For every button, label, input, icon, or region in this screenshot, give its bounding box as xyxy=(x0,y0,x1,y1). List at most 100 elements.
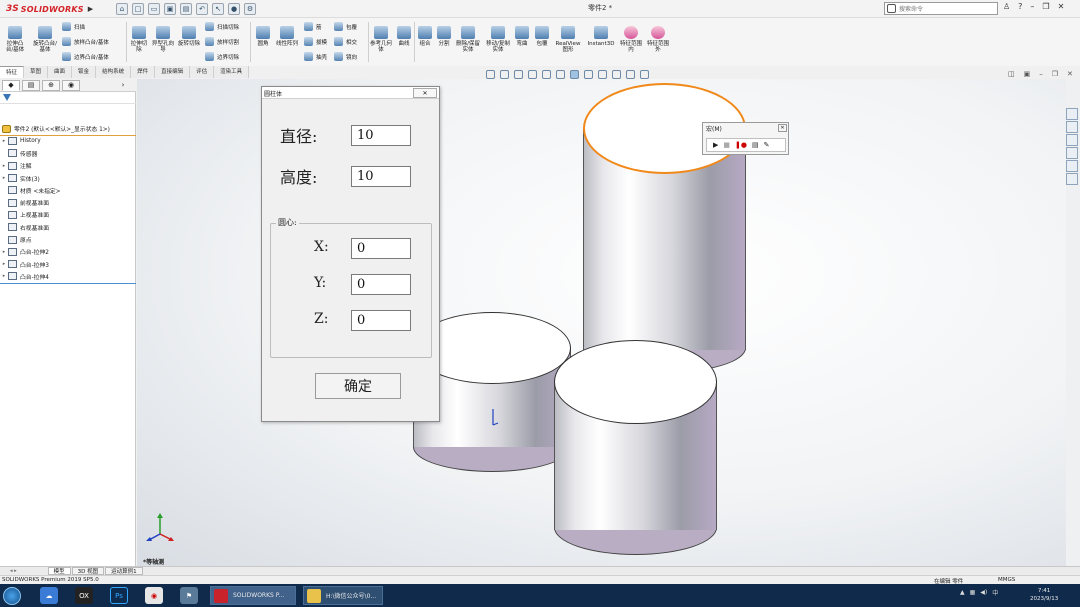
property-manager-tab-icon[interactable]: ▤ xyxy=(22,79,40,91)
feature-filter[interactable] xyxy=(0,93,136,104)
wrap-button[interactable]: 包覆 xyxy=(334,22,357,31)
display-manager-tab-icon[interactable]: ◉ xyxy=(62,79,80,91)
panel-expand-icon[interactable]: › xyxy=(114,80,132,91)
tab-model[interactable]: 模型 xyxy=(47,567,71,575)
y-input[interactable]: 0 xyxy=(351,274,411,295)
expand-icon[interactable]: ▸ xyxy=(0,163,8,169)
move-copy-body-button[interactable]: 移动/复制实体 xyxy=(485,26,511,53)
boundary-boss-button[interactable]: 边界凸台/基体 xyxy=(62,52,109,61)
unit-system-button[interactable]: MMGS xyxy=(998,577,1015,583)
play-macro-icon[interactable]: ▶ xyxy=(713,141,718,149)
volume-icon[interactable]: ◀) xyxy=(980,589,987,596)
edit-macro-icon[interactable]: ✎ xyxy=(764,141,770,149)
linear-pattern-button[interactable]: 线性阵列 xyxy=(276,26,298,47)
ok-button[interactable]: 确定 xyxy=(315,373,401,399)
z-input[interactable]: 0 xyxy=(351,310,411,331)
tab-features[interactable]: 特征 xyxy=(0,66,25,78)
extrude-cut-button[interactable]: 拉伸切除 xyxy=(129,26,149,53)
tab-weldments[interactable]: 焊件 xyxy=(131,66,156,78)
network-icon[interactable]: ▦ xyxy=(970,589,976,596)
tree-item-front-plane[interactable]: 前视基准面 xyxy=(0,196,136,208)
tree-item-boss-extrude2[interactable]: ▸ 凸台-拉伸2 xyxy=(0,246,136,258)
feature-manager-tab-icon[interactable]: ◆ xyxy=(2,79,20,91)
tree-item-top-plane[interactable]: 上视基准面 xyxy=(0,209,136,221)
appearances-icon[interactable] xyxy=(1066,160,1078,172)
flex-button[interactable]: 弯曲 xyxy=(514,26,530,47)
tree-item-origin[interactable]: 原点 xyxy=(0,233,136,245)
options-gear-icon[interactable]: ⚙ xyxy=(244,3,256,15)
view-settings-icon[interactable] xyxy=(626,69,635,79)
sweep-cut-button[interactable]: 扫描切除 xyxy=(205,22,239,31)
split-view-icon[interactable]: ◫ xyxy=(1008,70,1015,78)
tree-root-part[interactable]: 零件2 (默认<<默认>_显示状态 1>) xyxy=(2,123,110,134)
expand-icon[interactable]: ▸ xyxy=(0,273,8,279)
zoom-area-icon[interactable] xyxy=(500,69,509,79)
loft-boss-button[interactable]: 放样凸台/基体 xyxy=(62,37,109,46)
input-method-icon[interactable]: 中 xyxy=(992,588,998,597)
rib-button[interactable]: 筋 xyxy=(304,22,322,31)
hole-wizard-button[interactable]: 异型孔向导 xyxy=(152,26,174,53)
tree-item-boss-extrude4[interactable]: ▸ 凸台-拉伸4 xyxy=(0,270,136,282)
search-commands-input[interactable]: 搜索命令 xyxy=(884,2,998,15)
open-folder-icon[interactable]: ▭ xyxy=(148,3,160,15)
dialog-title-bar[interactable]: 圆柱体 ✕ xyxy=(262,87,439,99)
custom-properties-icon[interactable] xyxy=(1066,173,1078,185)
dialog-close-button[interactable]: ✕ xyxy=(413,88,437,98)
undo-icon[interactable]: ↶ xyxy=(196,3,208,15)
new-document-icon[interactable]: □ xyxy=(132,3,144,15)
wrap-large-button[interactable]: 包覆 xyxy=(534,26,550,47)
menu-expand-icon[interactable]: ▶ xyxy=(88,5,93,13)
start-button[interactable] xyxy=(3,587,21,605)
height-input[interactable]: 10 xyxy=(351,166,411,187)
tab-sheet-metal[interactable]: 钣金 xyxy=(72,66,97,78)
new-macro-icon[interactable]: ▤ xyxy=(752,141,759,149)
doc-restore-icon[interactable]: ❐ xyxy=(1052,70,1058,78)
hide-show-items-icon[interactable] xyxy=(584,69,593,79)
apply-scene-icon[interactable] xyxy=(612,69,621,79)
loft-cut-button[interactable]: 放样切割 xyxy=(205,37,239,46)
close-icon[interactable]: ✕ xyxy=(1058,2,1065,11)
tree-item-material[interactable]: 材质 <未指定> xyxy=(0,184,136,196)
split-button[interactable]: 分割 xyxy=(436,26,452,47)
sweep-button[interactable]: 扫描 xyxy=(62,22,85,31)
fillet-button[interactable]: 圆角 xyxy=(254,26,272,47)
display-pane-icon[interactable] xyxy=(640,69,649,79)
tree-item-boss-extrude3[interactable]: ▸ 凸台-拉伸3 xyxy=(0,258,136,270)
media-player-icon[interactable]: ◉ xyxy=(145,587,163,604)
tray-arrow-icon[interactable]: ▲ xyxy=(960,589,965,596)
tab-direct-editing[interactable]: 直接编辑 xyxy=(155,66,191,78)
reference-geometry-button[interactable]: 参考几何体 xyxy=(370,26,392,53)
taskbar-solidworks[interactable]: SOLIDWORKS P... xyxy=(210,586,296,605)
design-library-icon[interactable] xyxy=(1066,121,1078,133)
tree-item-history[interactable]: ▸ History xyxy=(0,135,136,147)
tab-scroll-icon[interactable]: ◂ ▸ xyxy=(10,568,17,574)
instant3d-button[interactable]: Instant3D xyxy=(586,26,616,47)
view-palette-icon[interactable] xyxy=(1066,147,1078,159)
user-icon[interactable]: ♙ xyxy=(1003,2,1010,11)
display-style-icon[interactable] xyxy=(570,69,579,79)
tab-render-tools[interactable]: 渲染工具 xyxy=(214,66,250,78)
macro-close-button[interactable]: ✕ xyxy=(778,124,787,132)
save-icon[interactable]: ▣ xyxy=(164,3,176,15)
minimize-icon[interactable]: – xyxy=(1030,2,1034,11)
diameter-input[interactable]: 10 xyxy=(351,125,411,146)
previous-view-icon[interactable] xyxy=(514,69,523,79)
stop-macro-icon[interactable]: ■ xyxy=(723,141,730,149)
baidu-netdisk-icon[interactable]: ☁ xyxy=(40,587,58,604)
intersect-button[interactable]: 相交 xyxy=(334,37,357,46)
tab-motion-study[interactable]: 运动算例1 xyxy=(105,567,143,575)
rollback-bar[interactable] xyxy=(0,283,136,284)
delete-keep-body-button[interactable]: 删除/保留实体 xyxy=(455,26,481,53)
doc-minimize-icon[interactable]: – xyxy=(1039,70,1043,78)
edit-appearance-icon[interactable] xyxy=(598,69,607,79)
clock[interactable]: 7:41 2023/9/13 xyxy=(1030,587,1058,603)
tree-item-sensors[interactable]: 传感器 xyxy=(0,147,136,159)
feature-scope-in-button[interactable]: 特征范围内 xyxy=(619,26,643,53)
print-icon[interactable]: ▤ xyxy=(180,3,192,15)
extrude-boss-button[interactable]: 拉伸凸台/基体 xyxy=(4,26,26,53)
select-cursor-icon[interactable]: ↖ xyxy=(212,3,224,15)
tile-icon[interactable]: ▣ xyxy=(1024,70,1031,78)
expand-icon[interactable]: ▸ xyxy=(0,175,8,181)
restore-icon[interactable]: ❐ xyxy=(1042,2,1049,11)
revolve-boss-button[interactable]: 旋转凸台/基体 xyxy=(33,26,57,53)
